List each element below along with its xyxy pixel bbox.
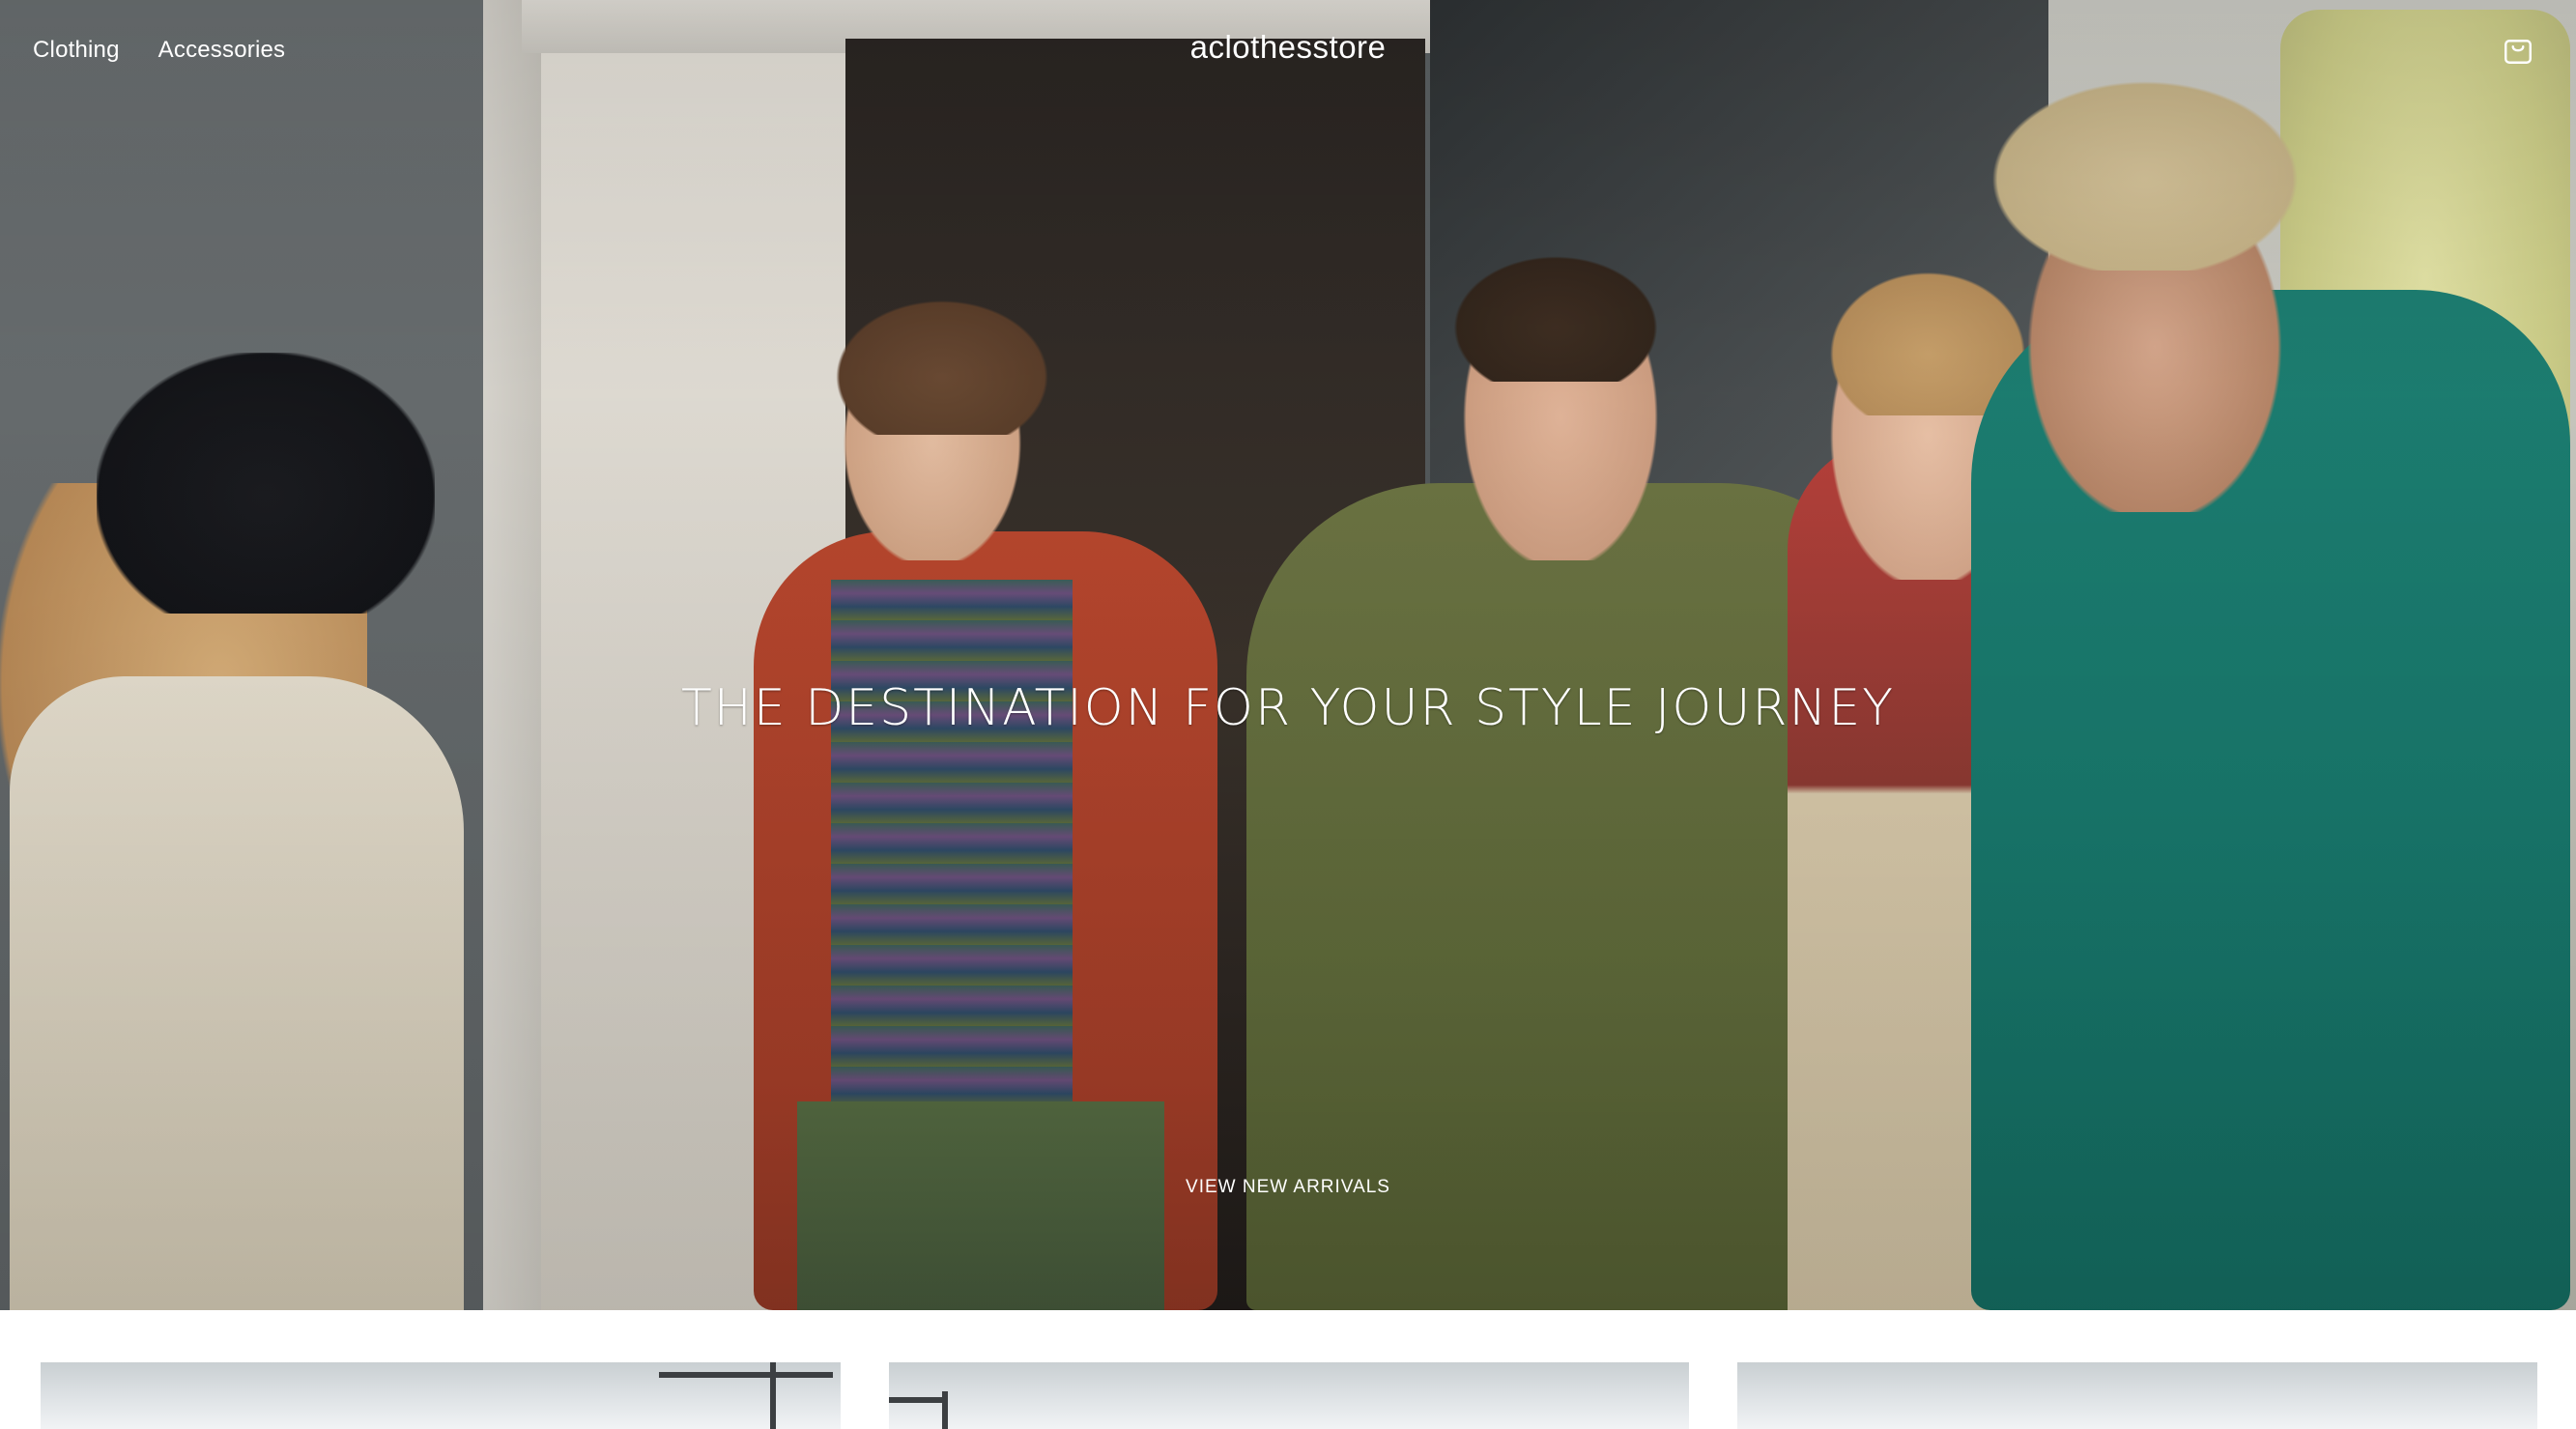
collection-tile-2[interactable] <box>889 1362 1689 1429</box>
tile-2-signpost-arm <box>889 1397 947 1403</box>
brand-logo[interactable]: aclothesstore <box>0 29 2576 66</box>
collection-grid <box>41 1362 2537 1429</box>
collection-tile-1[interactable] <box>41 1362 841 1429</box>
collection-tile-3[interactable] <box>1737 1362 2537 1429</box>
shopping-bag-icon <box>2504 40 2532 64</box>
tile-1-streetlight-arm <box>659 1372 833 1378</box>
hero-title: THE DESTINATION FOR YOUR STYLE JOURNEY <box>680 678 1896 737</box>
hero-banner: Clothing Accessories aclothesstore THE D… <box>0 0 2576 1310</box>
hero-photo-shade <box>0 0 2576 1310</box>
cart-button[interactable] <box>2501 33 2535 68</box>
view-new-arrivals-link[interactable]: VIEW NEW ARRIVALS <box>1186 1177 1390 1197</box>
